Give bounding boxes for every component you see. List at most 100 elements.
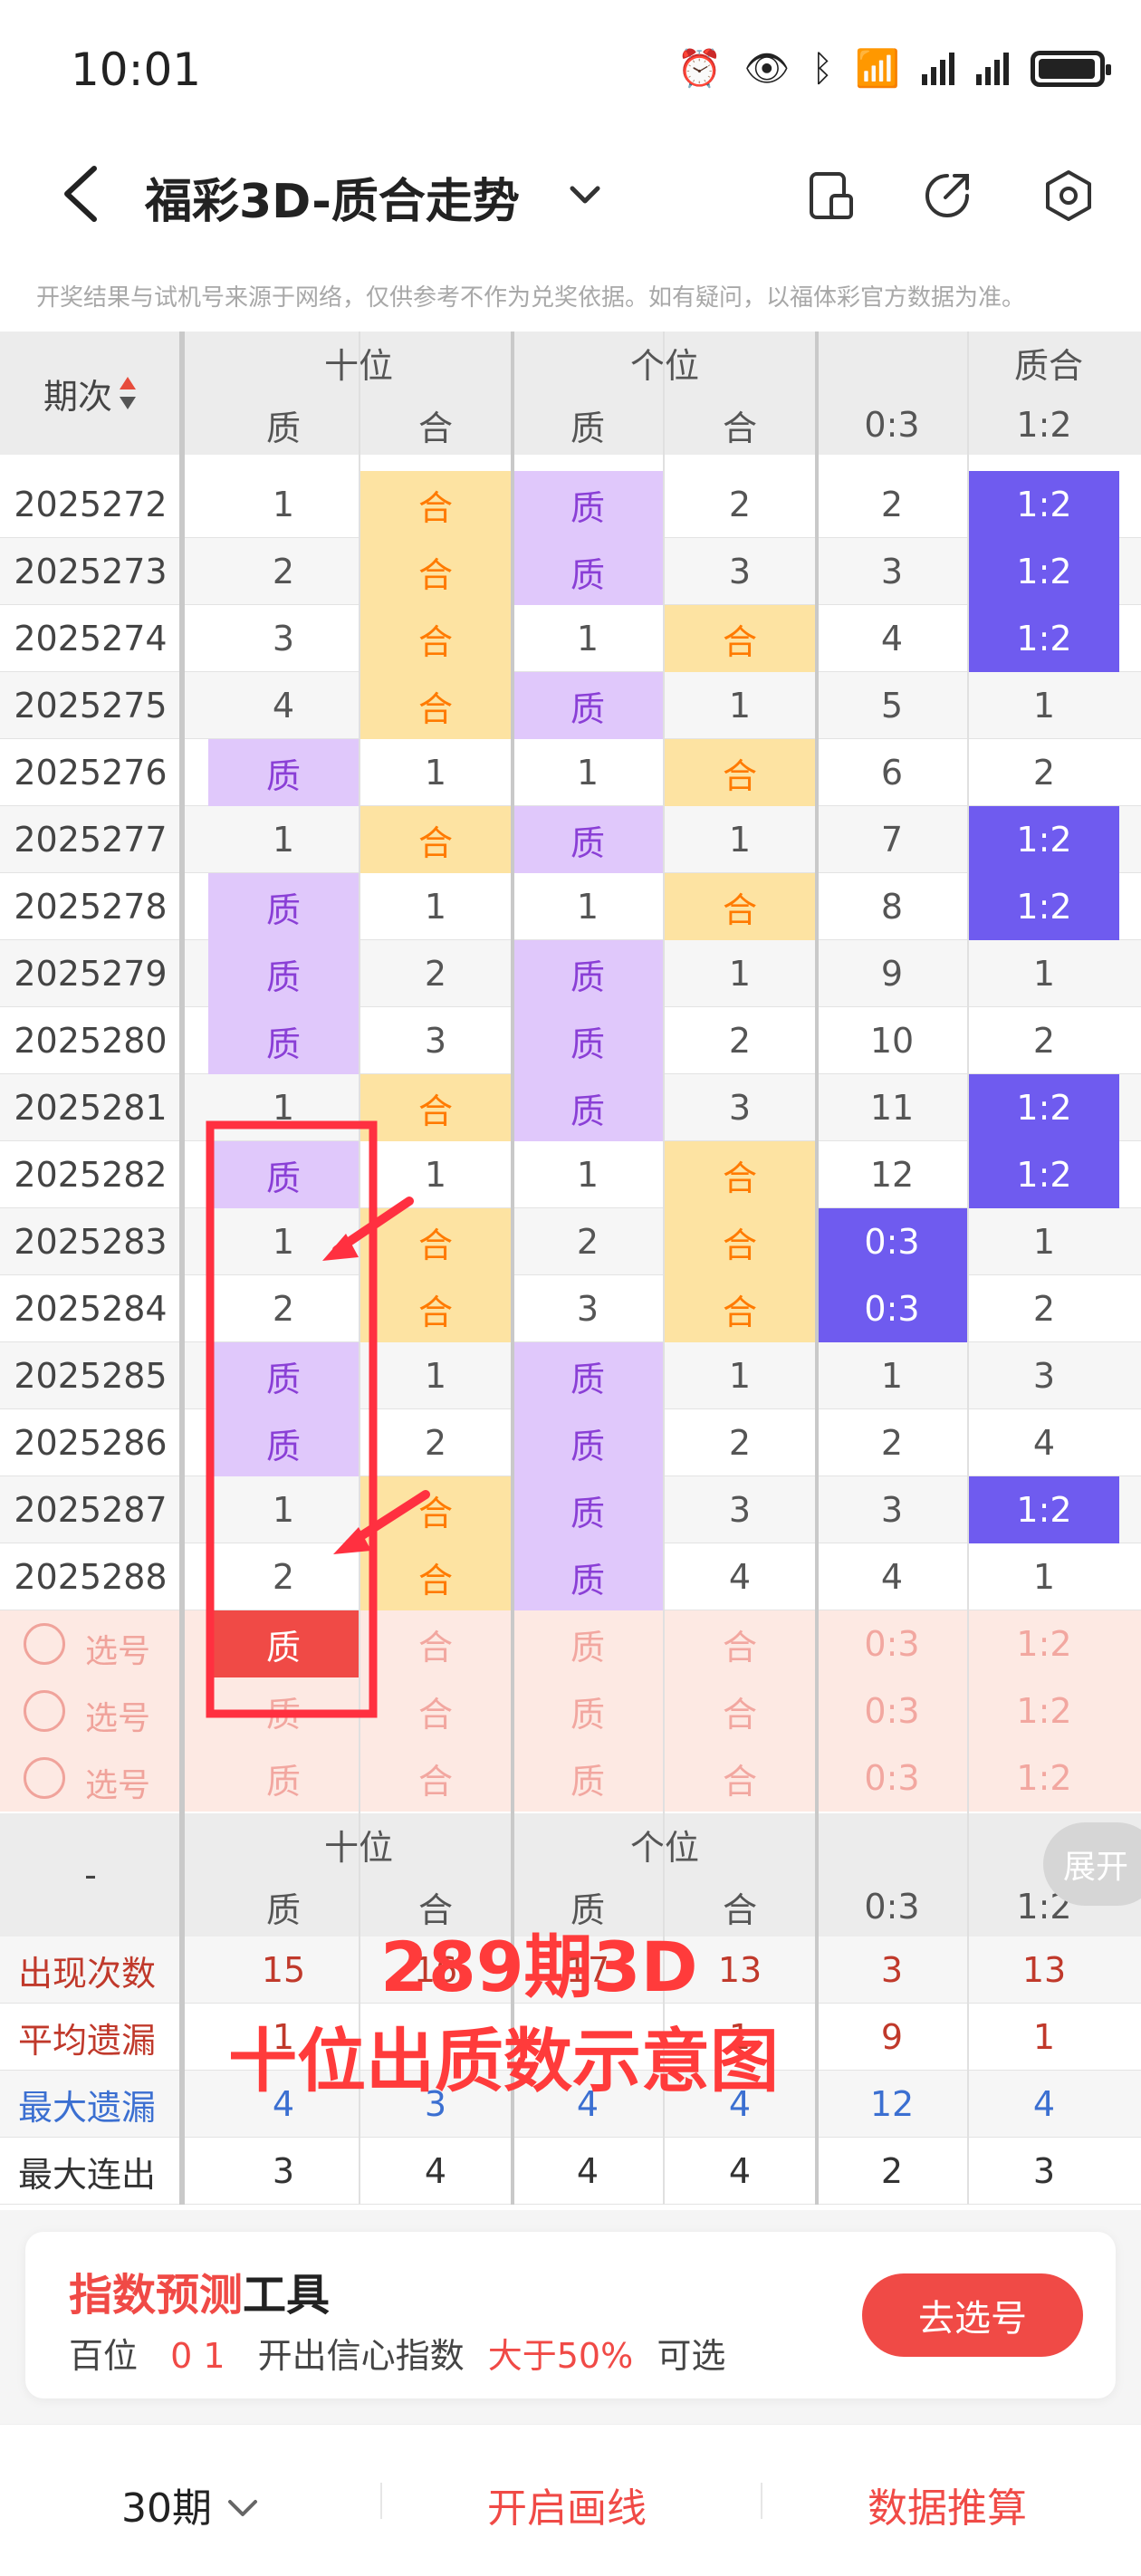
issue-cell: 2025274 — [14, 619, 168, 658]
pick-radio-icon[interactable] — [24, 1690, 65, 1732]
issue-cell: 2025272 — [14, 485, 168, 524]
pick-cell[interactable]: 合 — [360, 1745, 511, 1812]
table-cell: 合 — [360, 672, 511, 739]
data-calc-button[interactable]: 数据推算 — [868, 2475, 1027, 2533]
table-cell: 2 — [880, 1423, 904, 1463]
stat-cell: 4 — [576, 2151, 599, 2191]
issue-cell: 2025280 — [14, 1021, 168, 1061]
table-cell: 1:2 — [969, 471, 1119, 538]
stat-cell: 3 — [1032, 2151, 1056, 2191]
chevron-down-icon — [228, 2500, 257, 2516]
issue-cell: 2025278 — [14, 887, 168, 927]
pick-label[interactable]: 选号 — [85, 1692, 150, 1739]
signal-icon-2 — [976, 52, 1009, 85]
table-cell: 1 — [576, 753, 599, 793]
column-divider — [179, 332, 185, 2205]
table-cell: 1:2 — [969, 1141, 1119, 1208]
table-cell: 1 — [272, 485, 295, 524]
issue-header[interactable]: 期次 — [0, 332, 181, 455]
table-cell: 1 — [728, 954, 752, 994]
pick-cell[interactable]: 质 — [513, 1745, 663, 1812]
draw-line-button[interactable]: 开启画线 — [487, 2475, 647, 2533]
chevron-down-icon[interactable] — [567, 179, 603, 212]
eye-icon: 👁 — [743, 48, 791, 90]
pick-cell[interactable]: 质 — [208, 1677, 359, 1745]
pick-radio-icon[interactable] — [24, 1757, 65, 1799]
wifi-icon: 📶 — [855, 48, 900, 90]
subheader-3: 质 — [570, 408, 605, 448]
tool-sub-pos: 百位 — [69, 2336, 139, 2376]
pick-cell[interactable]: 质 — [208, 1745, 359, 1812]
group-gewei: 个位 — [513, 332, 817, 393]
disclaimer: 开奖结果与试机号来源于网络，仅供参考不作为兑奖依据。如有疑问，以福体彩官方数据为… — [36, 284, 1026, 312]
sort-icon — [120, 377, 136, 409]
settings-icon[interactable] — [1041, 168, 1096, 223]
table-cell: 2 — [1032, 1021, 1056, 1061]
table-cell: 2 — [424, 954, 447, 994]
pick-cell[interactable]: 合 — [360, 1610, 511, 1677]
subheader-4: 合 — [722, 408, 757, 448]
table-cell: 质 — [208, 873, 359, 940]
table-cell: 1:2 — [969, 873, 1119, 940]
status-icons: ⏰ 👁 ᛒ 📶 — [677, 47, 1111, 90]
table-cell: 合 — [665, 873, 815, 940]
stat-cell: 1 — [1032, 2017, 1056, 2057]
issue-cell: 2025279 — [14, 954, 168, 994]
pick-cell[interactable]: 质 — [513, 1610, 663, 1677]
pick-cell[interactable]: 1:2 — [969, 1677, 1119, 1745]
table-cell: 2 — [1032, 753, 1056, 793]
overlay-title-1: 289期3D — [380, 1927, 698, 2007]
issue-cell: 2025277 — [14, 820, 168, 860]
pick-cell[interactable]: 合 — [665, 1610, 815, 1677]
page-title[interactable]: 福彩3D-质合走势 — [145, 163, 520, 231]
status-bar: 10:01 ⏰ 👁 ᛒ 📶 — [0, 0, 1141, 136]
bottom-bar: 30期 开启画线 数据推算 — [0, 2424, 1141, 2576]
pick-cell[interactable]: 0:3 — [817, 1677, 967, 1745]
back-icon[interactable] — [58, 165, 105, 223]
table-cell: 9 — [880, 954, 904, 994]
table-cell: 合 — [360, 471, 511, 538]
pick-cell[interactable]: 1:2 — [969, 1745, 1119, 1812]
share-icon[interactable] — [920, 168, 974, 223]
table-cell: 2 — [728, 1423, 752, 1463]
table-cell: 1:2 — [969, 1476, 1119, 1543]
issue-cell: 2025286 — [14, 1423, 168, 1463]
pick-cell[interactable]: 1:2 — [969, 1610, 1119, 1677]
pick-label[interactable]: 选号 — [85, 1625, 150, 1672]
table-cell: 质 — [208, 1342, 359, 1409]
table-cell: 2 — [424, 1423, 447, 1463]
subheader-1: 质 — [265, 408, 301, 448]
tool-title-red: 指数预测 — [69, 2270, 244, 2321]
pick-cell[interactable]: 合 — [360, 1677, 511, 1745]
battery-icon — [1031, 50, 1111, 87]
issue-cell: 2025283 — [14, 1222, 168, 1262]
pick-label[interactable]: 选号 — [85, 1759, 150, 1806]
table-cell: 1:2 — [969, 806, 1119, 873]
table-cell: 合 — [665, 1208, 815, 1275]
overlay-title-2: 十位出质数示意图 — [228, 2021, 779, 2101]
table-cell: 1 — [272, 820, 295, 860]
pick-cell[interactable]: 合 — [665, 1677, 815, 1745]
go-pick-button[interactable]: 去选号 — [862, 2273, 1083, 2357]
table-cell: 质 — [513, 471, 663, 538]
table-cell: 合 — [360, 1543, 511, 1610]
period-selector[interactable]: 30期 — [121, 2475, 261, 2533]
expand-button[interactable]: 展开 — [1043, 1822, 1141, 1906]
table-cell: 2 — [1032, 1289, 1056, 1329]
pick-cell[interactable]: 0:3 — [817, 1745, 967, 1812]
pick-cell[interactable]: 0:3 — [817, 1610, 967, 1677]
table-cell: 质 — [513, 1409, 663, 1476]
table-cell: 1 — [1032, 1557, 1056, 1597]
phone-icon[interactable] — [804, 168, 858, 223]
issue-cell: 2025276 — [14, 753, 168, 793]
table-cell: 1 — [424, 1356, 447, 1396]
table-cell: 1 — [272, 1490, 295, 1530]
pick-radio-icon[interactable] — [24, 1623, 65, 1665]
column-divider-thin — [359, 332, 360, 2205]
pick-cell[interactable]: 合 — [665, 1745, 815, 1812]
pick-cell[interactable]: 质 — [208, 1610, 359, 1677]
table-cell: 3 — [728, 552, 752, 591]
table-cell: 4 — [1032, 1423, 1056, 1463]
pick-cell[interactable]: 质 — [513, 1677, 663, 1745]
table-cell: 0:3 — [817, 1208, 967, 1275]
